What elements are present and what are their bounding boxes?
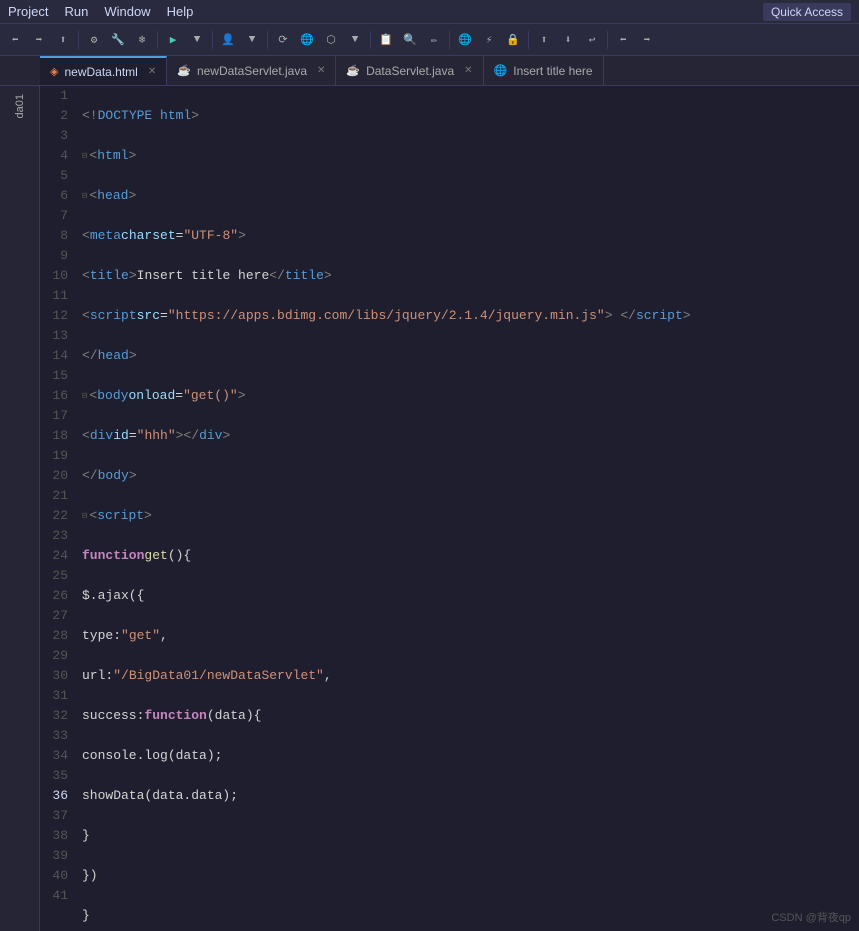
toolbar-sep-6 <box>449 31 450 49</box>
toolbar-btn-24[interactable]: ➡ <box>636 29 658 51</box>
menu-project[interactable]: Project <box>8 4 48 19</box>
tab-icon-dataservlet: ☕ <box>346 64 360 77</box>
code-line-18: showData(data.data); <box>78 786 859 806</box>
tab-label-newdataservlet: newDataServlet.java <box>197 64 307 78</box>
toolbar-btn-12[interactable]: ⬡ <box>320 29 342 51</box>
toolbar-btn-1[interactable]: ⬅ <box>4 29 26 51</box>
tab-browser[interactable]: 🌐 Insert title here <box>484 56 604 85</box>
toolbar-btn-4[interactable]: ⚙ <box>83 29 105 51</box>
tabs-bar: ◈ newData.html ✕ ☕ newDataServlet.java ✕… <box>0 56 859 86</box>
code-line-21: } <box>78 906 859 926</box>
menu-items: Project Run Window Help <box>8 4 193 19</box>
code-line-20: }) <box>78 866 859 886</box>
tab-label-dataservlet: DataServlet.java <box>366 64 454 78</box>
toolbar-btn-16[interactable]: ✏ <box>423 29 445 51</box>
tab-label-browser: Insert title here <box>513 64 592 78</box>
toolbar-btn-13[interactable]: ▼ <box>344 29 366 51</box>
toolbar-btn-17[interactable]: 🌐 <box>454 29 476 51</box>
toolbar-btn-19[interactable]: 🔒 <box>502 29 524 51</box>
toolbar-sep-5 <box>370 31 371 49</box>
toolbar-btn-14[interactable]: 📋 <box>375 29 397 51</box>
toolbar-sep-8 <box>607 31 608 49</box>
line-numbers: 1 2 3 4 5 6 7 8 9 10 11 12 13 14 15 16 1… <box>40 86 78 931</box>
toolbar-run[interactable]: ▶ <box>162 29 184 51</box>
toolbar-btn-2[interactable]: ➡ <box>28 29 50 51</box>
toolbar-btn-20[interactable]: ⬆ <box>533 29 555 51</box>
toolbar-btn-6[interactable]: ❄ <box>131 29 153 51</box>
code-line-1: <!DOCTYPE html> <box>78 106 859 126</box>
toolbar-btn-11[interactable]: 🌐 <box>296 29 318 51</box>
code-line-2: ⊟<html> <box>78 146 859 166</box>
code-editor[interactable]: 1 2 3 4 5 6 7 8 9 10 11 12 13 14 15 16 1… <box>40 86 859 931</box>
menu-bar: Project Run Window Help Quick Access <box>0 0 859 24</box>
toolbar-btn-8[interactable]: 👤 <box>217 29 239 51</box>
code-line-15: url:"/BigData01/newDataServlet", <box>78 666 859 686</box>
toolbar-btn-15[interactable]: 🔍 <box>399 29 421 51</box>
menu-run[interactable]: Run <box>64 4 88 19</box>
toolbar: ⬅ ➡ ⬆ ⚙ 🔧 ❄ ▶ ▼ 👤 ▼ ⟳ 🌐 ⬡ ▼ 📋 🔍 ✏ 🌐 ⚡ 🔒 … <box>0 24 859 56</box>
tab-newdataservlet[interactable]: ☕ newDataServlet.java ✕ <box>167 56 336 85</box>
tab-dataservlet[interactable]: ☕ DataServlet.java ✕ <box>336 56 483 85</box>
toolbar-btn-5[interactable]: 🔧 <box>107 29 129 51</box>
sidebar: da01 <box>0 86 40 931</box>
code-line-10: </body> <box>78 466 859 486</box>
code-line-13: $.ajax({ <box>78 586 859 606</box>
tab-label-newdata: newData.html <box>64 65 137 79</box>
code-line-7: </head> <box>78 346 859 366</box>
tab-close-newdata[interactable]: ✕ <box>148 66 156 77</box>
code-line-17: console.log(data); <box>78 746 859 766</box>
editor-container: da01 1 2 3 4 5 6 7 8 9 10 11 12 13 14 15… <box>0 86 859 931</box>
sidebar-project-label[interactable]: da01 <box>10 90 30 122</box>
menu-help[interactable]: Help <box>167 4 194 19</box>
watermark: CSDN @背夜qp <box>771 909 851 925</box>
toolbar-btn-21[interactable]: ⬇ <box>557 29 579 51</box>
tab-close-newdataservlet[interactable]: ✕ <box>317 65 325 76</box>
toolbar-sep-1 <box>78 31 79 49</box>
toolbar-btn-23[interactable]: ⬅ <box>612 29 634 51</box>
code-line-3: ⊟<head> <box>78 186 859 206</box>
code-line-12: function get(){ <box>78 546 859 566</box>
tab-icon-newdataservlet: ☕ <box>177 64 191 77</box>
tab-newdata-html[interactable]: ◈ newData.html ✕ <box>40 56 167 85</box>
code-line-6: <script src="https://apps.bdimg.com/libs… <box>78 306 859 326</box>
code-content[interactable]: <!DOCTYPE html> ⊟<html> ⊟<head> <meta ch… <box>78 86 859 931</box>
code-line-14: type:"get", <box>78 626 859 646</box>
toolbar-btn-22[interactable]: ↩ <box>581 29 603 51</box>
toolbar-btn-10[interactable]: ⟳ <box>272 29 294 51</box>
quick-access-button[interactable]: Quick Access <box>763 3 851 21</box>
toolbar-sep-7 <box>528 31 529 49</box>
code-line-9: <div id="hhh"></div> <box>78 426 859 446</box>
code-line-16: success:function(data){ <box>78 706 859 726</box>
tab-icon-html: ◈ <box>50 65 58 78</box>
tab-icon-browser: 🌐 <box>494 64 508 77</box>
tab-close-dataservlet[interactable]: ✕ <box>464 65 472 76</box>
toolbar-btn-18[interactable]: ⚡ <box>478 29 500 51</box>
code-line-4: <meta charset="UTF-8"> <box>78 226 859 246</box>
toolbar-sep-2 <box>157 31 158 49</box>
menu-window[interactable]: Window <box>104 4 150 19</box>
code-line-19: } <box>78 826 859 846</box>
code-line-5: <title>Insert title here</title> <box>78 266 859 286</box>
toolbar-btn-7[interactable]: ▼ <box>186 29 208 51</box>
code-line-8: ⊟<body onload="get()"> <box>78 386 859 406</box>
toolbar-btn-3[interactable]: ⬆ <box>52 29 74 51</box>
toolbar-btn-9[interactable]: ▼ <box>241 29 263 51</box>
code-line-11: ⊟<script> <box>78 506 859 526</box>
toolbar-sep-3 <box>212 31 213 49</box>
toolbar-sep-4 <box>267 31 268 49</box>
